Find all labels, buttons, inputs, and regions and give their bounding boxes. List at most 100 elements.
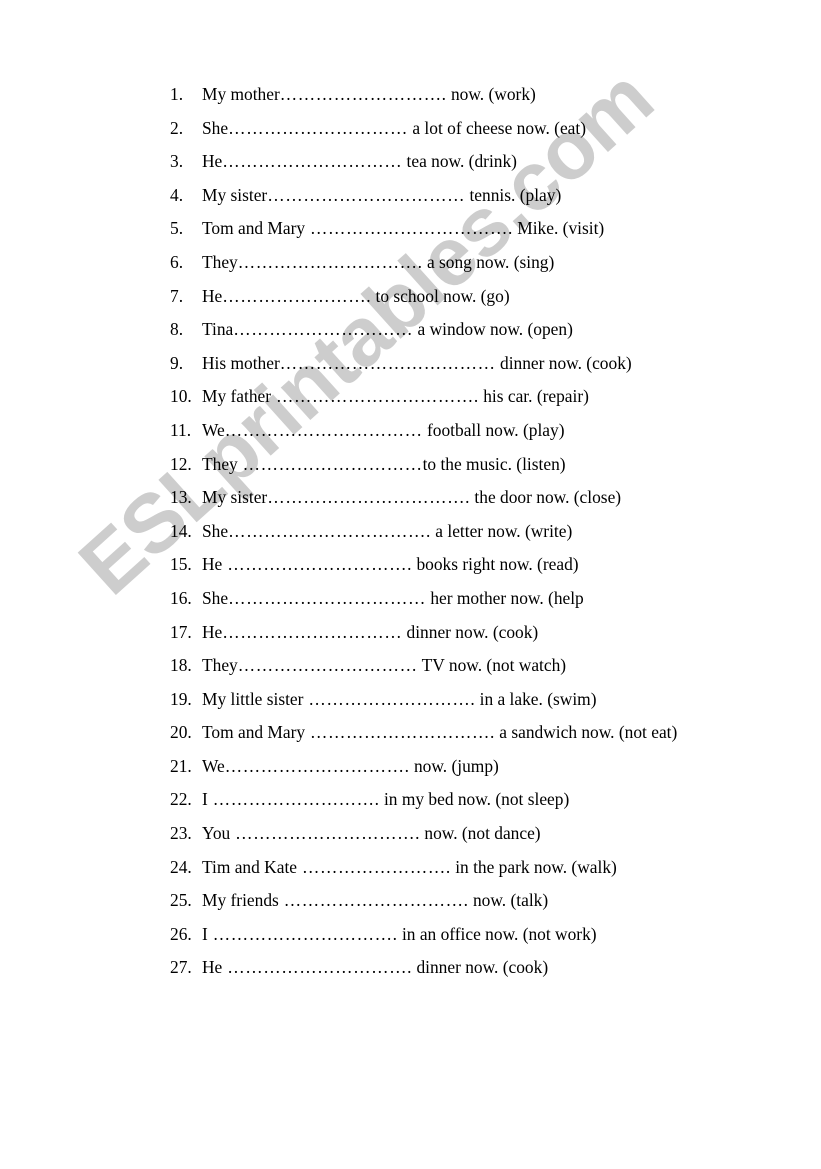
- exercise-item-blank[interactable]: …………………………: [238, 454, 423, 474]
- exercise-item-number: 13.: [170, 487, 192, 508]
- exercise-item-blank[interactable]: ………………………….: [230, 823, 420, 843]
- exercise-item-sentence: My father ……………………………. his car. (repair): [202, 380, 589, 414]
- exercise-item-tail: her mother now. (help: [426, 587, 584, 608]
- exercise-item-subject: She: [202, 520, 229, 541]
- exercise-item-number: 2.: [170, 117, 184, 138]
- exercise-item-blank[interactable]: ………………………….: [238, 252, 423, 272]
- exercise-item-tail: now. (jump): [409, 755, 499, 776]
- exercise-item: 25. My friends …………………………. now. (talk): [170, 884, 730, 918]
- exercise-item: 19. My little sister ………………………. in a lake…: [170, 683, 730, 717]
- exercise-item-number: 22.: [170, 789, 192, 810]
- exercise-item-number: 16.: [170, 587, 192, 608]
- exercise-item-tail: in a lake. (swim): [475, 688, 597, 709]
- exercise-item-number: 21.: [170, 755, 192, 776]
- exercise-item-blank[interactable]: ……………………….: [303, 689, 475, 709]
- exercise-item: 11. We…………………………… football now. (play): [170, 414, 730, 448]
- exercise-item-blank[interactable]: ………………………….: [279, 890, 469, 910]
- exercise-item-subject: We: [202, 755, 225, 776]
- exercise-item-subject: They: [202, 453, 238, 474]
- exercise-item-sentence: They…………………………. a song now. (sing): [202, 246, 554, 280]
- exercise-item-subject: He: [202, 621, 223, 642]
- exercise-item-sentence: Tom and Mary ……………………………. Mike. (visit): [202, 212, 604, 246]
- exercise-item-subject: She: [202, 117, 229, 138]
- exercise-item: 27. He …………………………. dinner now. (cook): [170, 951, 730, 985]
- exercise-item-blank[interactable]: …………………………: [233, 319, 413, 339]
- exercise-item: 9. His mother……………………………… dinner now. (c…: [170, 347, 730, 381]
- exercise-item-blank[interactable]: …………………………….: [305, 218, 513, 238]
- exercise-item-blank[interactable]: ……………………………: [228, 588, 426, 608]
- exercise-item-subject: They: [202, 655, 238, 676]
- exercise-item-tail: in my bed now. (not sleep): [379, 789, 570, 810]
- exercise-item-blank[interactable]: ……………………………: [267, 185, 465, 205]
- exercise-item-number: 27.: [170, 957, 192, 978]
- exercise-item-tail: dinner now. (cook): [412, 957, 549, 978]
- exercise-item-blank[interactable]: ……………………………: [225, 420, 423, 440]
- exercise-item-number: 17.: [170, 621, 192, 642]
- exercise-item-subject: My little sister: [202, 688, 304, 709]
- exercise-item-sentence: She………………………… a lot of cheese now. (eat): [202, 112, 586, 146]
- exercise-item-sentence: She…………………………… her mother now. (help: [202, 582, 584, 616]
- exercise-item-subject: His mother: [202, 352, 280, 373]
- exercise-item-blank[interactable]: …………………………: [228, 118, 408, 138]
- exercise-item-sentence: My sister……………………………. the door now. (clo…: [202, 481, 621, 515]
- exercise-item-sentence: She……………………………. a letter now. (write): [202, 515, 572, 549]
- exercise-item-number: 26.: [170, 923, 192, 944]
- exercise-item-subject: He: [202, 285, 223, 306]
- exercise-item: 4. My sister…………………………… tennis. (play): [170, 179, 730, 213]
- exercise-item-subject: She: [202, 587, 229, 608]
- exercise-item-blank[interactable]: …………………………….: [271, 386, 479, 406]
- exercise-item-tail: now. (talk): [468, 890, 549, 911]
- exercise-item-tail: his car. (repair): [478, 386, 589, 407]
- exercise-item-blank[interactable]: …………………….: [222, 286, 371, 306]
- exercise-item-number: 9.: [170, 352, 184, 373]
- exercise-item-sentence: Tina………………………… a window now. (open): [202, 313, 573, 347]
- exercise-item-blank[interactable]: ………………………….: [222, 554, 412, 574]
- exercise-item-tail: TV now. (not watch): [417, 655, 567, 676]
- exercise-item-blank[interactable]: …………………….: [297, 857, 451, 877]
- exercise-item-tail: now. (work): [446, 84, 536, 104]
- exercise-item-sentence: Tom and Mary …………………………. a sandwich now.…: [202, 716, 677, 750]
- exercise-item-tail: a sandwich now. (not eat): [494, 722, 678, 743]
- exercise-item-subject: He: [202, 151, 223, 172]
- exercise-item: 1. My mother………………………. now. (work): [170, 78, 730, 112]
- exercise-item: 17. He………………………… dinner now. (cook): [170, 616, 730, 650]
- exercise-item-tail: a lot of cheese now. (eat): [408, 117, 587, 138]
- exercise-item-subject: Tom and Mary: [202, 722, 306, 743]
- exercise-item-tail: tea now. (drink): [402, 151, 517, 172]
- exercise-item-subject: We: [202, 419, 225, 440]
- exercise-item-blank[interactable]: ………………………….: [305, 722, 495, 742]
- exercise-item-tail: a letter now. (write): [430, 520, 573, 541]
- exercise-item-number: 19.: [170, 688, 192, 709]
- exercise-item: 5. Tom and Mary ……………………………. Mike. (visi…: [170, 212, 730, 246]
- exercise-item: 3. He………………………… tea now. (drink): [170, 145, 730, 179]
- exercise-item: 24. Tim and Kate ……………………. in the park no…: [170, 851, 730, 885]
- worksheet-page: ESLprintables.com 1. My mother………………………. …: [0, 0, 821, 1169]
- exercise-item-tail: books right now. (read): [412, 554, 579, 575]
- exercise-item-sentence: He………………………… tea now. (drink): [202, 145, 517, 179]
- exercise-item: 10. My father ……………………………. his car. (repa…: [170, 380, 730, 414]
- exercise-item-tail: Mike. (visit): [512, 218, 605, 239]
- exercise-item-blank[interactable]: ………………………….: [225, 756, 410, 776]
- exercise-item: 15. He …………………………. books right now. (read…: [170, 548, 730, 582]
- exercise-item-blank[interactable]: ……………………….: [280, 84, 447, 104]
- exercise-item-blank[interactable]: ………………………….: [222, 957, 412, 977]
- exercise-item-tail: dinner now. (cook): [495, 352, 632, 373]
- exercise-item-blank[interactable]: …………………………….: [267, 487, 470, 507]
- exercise-item-tail: to school now. (go): [371, 285, 510, 306]
- exercise-item-blank[interactable]: …………………………: [222, 622, 402, 642]
- exercise-item-blank[interactable]: …………………………….: [228, 521, 431, 541]
- exercise-item-blank[interactable]: …………………………: [222, 151, 402, 171]
- exercise-item-sentence: They …………………………to the music. (listen): [202, 448, 566, 482]
- exercise-item-number: 5.: [170, 218, 184, 239]
- exercise-item-blank[interactable]: ……………………….: [208, 789, 380, 809]
- exercise-item-blank[interactable]: ………………………….: [208, 924, 398, 944]
- exercise-item-tail: to the music. (listen): [422, 453, 566, 474]
- exercise-item-number: 11.: [170, 419, 192, 440]
- exercise-item-subject: My sister: [202, 184, 268, 205]
- exercise-item-blank[interactable]: …………………………: [238, 655, 418, 675]
- exercise-item-sentence: I ………………………. in my bed now. (not sleep): [202, 783, 569, 817]
- exercise-item-subject: Tom and Mary: [202, 218, 306, 239]
- exercise-item-number: 1.: [170, 84, 184, 104]
- exercise-item-sentence: You …………………………. now. (not dance): [202, 817, 541, 851]
- exercise-item-blank[interactable]: ………………………………: [280, 353, 496, 373]
